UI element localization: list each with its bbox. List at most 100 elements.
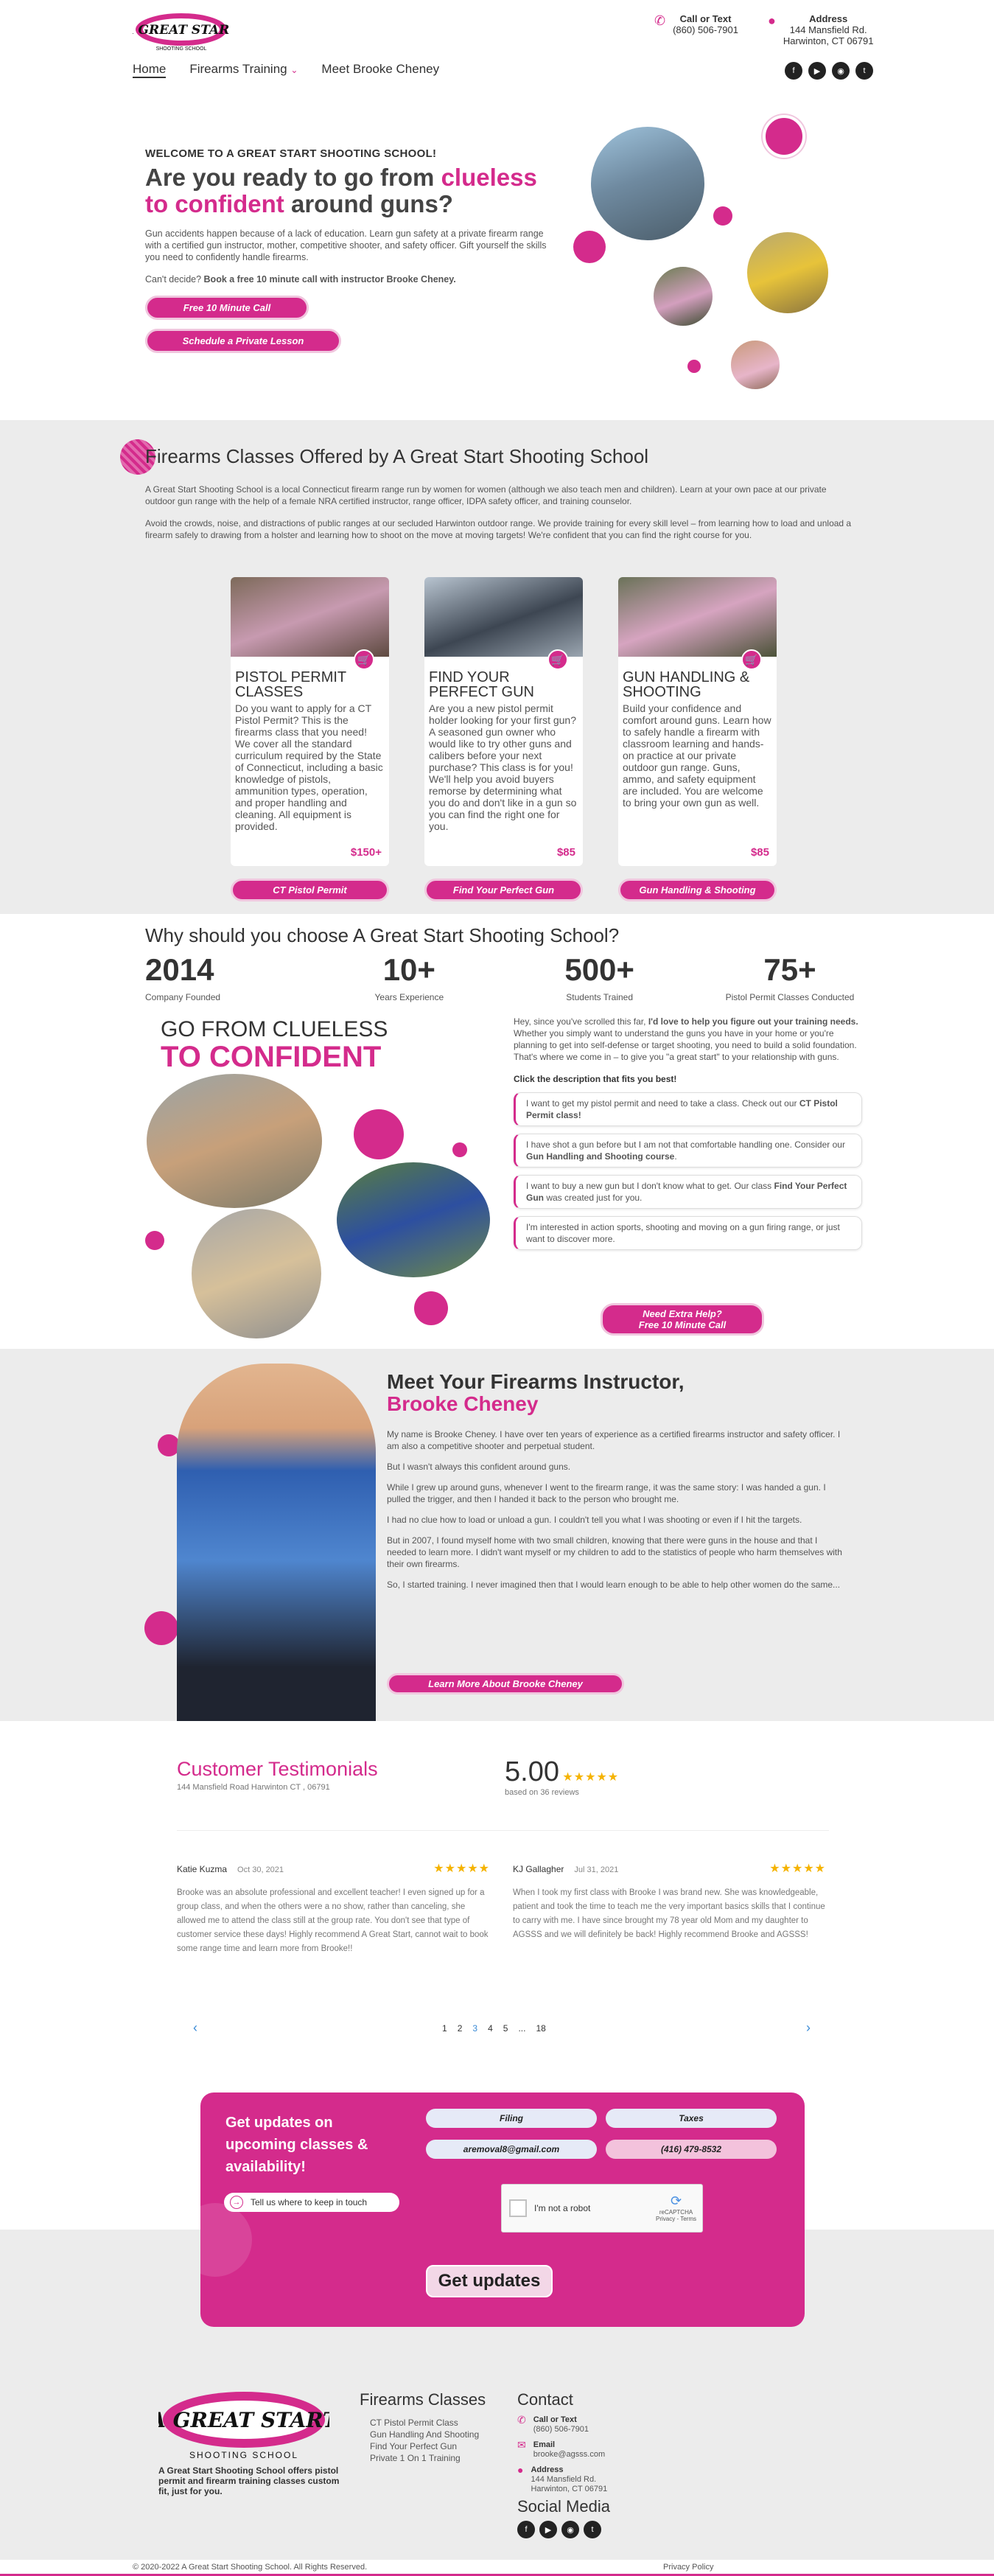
arrow-right-icon: →	[230, 2196, 243, 2209]
learn-more-button[interactable]: Learn More About Brooke Cheney	[387, 1673, 624, 1694]
twitter-icon[interactable]: t	[855, 62, 873, 80]
page-link[interactable]: 18	[536, 2023, 545, 2034]
rating-summary: 5.00 ★★★★★ based on 36 reviews	[505, 1756, 619, 1797]
card-image	[424, 577, 583, 657]
hero-cta-text: Can't decide? Book a free 10 minute call…	[145, 274, 456, 285]
address-line2: Harwinton, CT 06791	[783, 35, 874, 46]
hero-photo-portrait	[729, 339, 781, 391]
header-phone[interactable]: (860) 506-7901	[673, 24, 738, 35]
site-logo[interactable]: A GREAT START SHOOTING SCHOOL	[133, 10, 230, 53]
decor-circle	[354, 1109, 404, 1159]
free-call-button[interactable]: Free 10 Minute Call	[145, 296, 309, 320]
rating-stars: ★★★★★	[562, 1771, 620, 1784]
page-link[interactable]: 4	[488, 2023, 493, 2034]
page-link[interactable]: 5	[503, 2023, 508, 2034]
decor-circle	[145, 1231, 164, 1250]
taxes-field[interactable]: Taxes	[606, 2109, 777, 2128]
youtube-icon[interactable]: ▶	[539, 2521, 557, 2538]
card-price: $85	[556, 846, 575, 859]
youtube-icon[interactable]: ▶	[808, 62, 826, 80]
find-perfect-gun-button[interactable]: Find Your Perfect Gun	[424, 879, 583, 901]
why-photo-group	[335, 1161, 491, 1279]
decor-circle	[200, 2203, 252, 2277]
class-card[interactable]: 🛒 PISTOL PERMIT CLASSES Do you want to a…	[231, 577, 389, 866]
filing-field[interactable]: Filing	[426, 2109, 597, 2128]
instagram-icon[interactable]: ◉	[832, 62, 850, 80]
captcha-checkbox[interactable]	[509, 2199, 527, 2217]
rating-score: 5.00	[505, 1756, 559, 1787]
privacy-policy-link[interactable]: Privacy Policy	[663, 2563, 713, 2572]
page-link[interactable]: 1	[442, 2023, 447, 2034]
recaptcha-logo: ⟳ reCAPTCHA Privacy - Terms	[656, 2193, 696, 2222]
instructor-bio: My name is Brooke Cheney. I have over te…	[387, 1429, 842, 1590]
why-title: Why should you choose A Great Start Shoo…	[145, 924, 620, 946]
nav-firearms-training[interactable]: Firearms Training ⌄	[189, 62, 298, 78]
option-card[interactable]: I have shot a gun before but I am not th…	[514, 1134, 862, 1167]
instagram-icon[interactable]: ◉	[561, 2521, 579, 2538]
private-lesson-button[interactable]: Schedule a Private Lesson	[145, 329, 341, 353]
why-section: Why should you choose A Great Start Shoo…	[0, 914, 994, 1349]
option-card[interactable]: I'm interested in action sports, shootin…	[514, 1216, 862, 1250]
prev-arrow-icon[interactable]: ‹	[193, 2020, 197, 2036]
cart-icon[interactable]: 🛒	[547, 649, 568, 670]
class-card[interactable]: 🛒 GUN HANDLING & SHOOTING Build your con…	[618, 577, 777, 866]
review-card: Katie Kuzma Oct 30, 2021 ★★★★★ Brooke was …	[177, 1861, 490, 1956]
site-header: A GREAT START SHOOTING SCHOOL Home Firea…	[0, 0, 994, 88]
footer-logo[interactable]: A GREAT START SHOOTING SCHOOL	[158, 2387, 329, 2461]
email-field[interactable]: aremoval8@gmail.com	[426, 2140, 597, 2159]
review-pagination: 1 2 3 4 5 ... 18	[442, 2023, 546, 2034]
phone-field[interactable]: (416) 479-8532	[606, 2140, 777, 2159]
card-image	[618, 577, 777, 657]
footer-link[interactable]: Private 1 On 1 Training	[360, 2452, 486, 2464]
twitter-icon[interactable]: t	[584, 2521, 601, 2538]
card-description: Build your confidence and comfort around…	[623, 702, 771, 809]
footer-contact: Contact ✆ Call or Text (860) 506-7901 ✉ Ema…	[517, 2390, 610, 2538]
footer-phone[interactable]: (860) 506-7901	[533, 2425, 589, 2434]
instructor-photo	[177, 1364, 376, 1721]
cart-icon[interactable]: 🛒	[741, 649, 762, 670]
page-link[interactable]: 2	[458, 2023, 463, 2034]
stat-item: 2014 Company Founded	[145, 952, 221, 1002]
why-photo-student	[190, 1207, 323, 1340]
footer-link[interactable]: CT Pistol Permit Class	[360, 2417, 486, 2429]
next-arrow-icon[interactable]: ›	[806, 2020, 811, 2036]
stat-item: 500+ Students Trained	[564, 952, 634, 1002]
classes-section: Firearms Classes Offered by A Great Star…	[0, 420, 994, 914]
page-link[interactable]: 3	[472, 2023, 477, 2034]
copyright-text: © 2020-2022 A Great Start Shooting Schoo…	[133, 2563, 368, 2572]
extra-help-button[interactable]: Need Extra Help? Free 10 Minute Call	[601, 1303, 764, 1336]
review-stars: ★★★★★	[769, 1863, 826, 1875]
classes-title: Firearms Classes Offered by A Great Star…	[145, 445, 649, 467]
hero-photo-instructor	[589, 125, 706, 242]
hero-section: WELCOME TO A GREAT START SHOOTING SCHOOL…	[0, 88, 994, 420]
footer-classes: Firearms Classes CT Pistol Permit Class …	[360, 2390, 486, 2464]
option-card[interactable]: I want to get my pistol permit and need …	[514, 1092, 862, 1126]
footer-email[interactable]: brooke@agsss.com	[533, 2450, 605, 2459]
option-card[interactable]: I want to buy a new gun but I don't know…	[514, 1175, 862, 1209]
hero-photo-students	[652, 265, 714, 327]
cart-icon[interactable]: 🛒	[354, 649, 374, 670]
class-card[interactable]: 🛒 FIND YOUR PERFECT GUN Are you a new pi…	[424, 577, 583, 866]
nav-meet-brooke[interactable]: Meet Brooke Cheney	[321, 62, 439, 78]
footer-link[interactable]: Gun Handling And Shooting	[360, 2429, 486, 2440]
footer-link[interactable]: Find Your Perfect Gun	[360, 2440, 486, 2452]
why-text: Hey, since you've scrolled this far, I'd…	[514, 1016, 862, 1250]
facebook-icon[interactable]: f	[517, 2521, 535, 2538]
decor-circle	[573, 231, 606, 263]
main-nav: Home Firearms Training ⌄ Meet Brooke Che…	[133, 62, 439, 78]
nav-home[interactable]: Home	[133, 62, 167, 78]
gun-handling-button[interactable]: Gun Handling & Shooting	[618, 879, 777, 901]
decor-circle	[414, 1291, 448, 1325]
rating-basis: based on 36 reviews	[505, 1788, 579, 1797]
facebook-icon[interactable]: f	[785, 62, 802, 80]
address-label: Address	[809, 13, 848, 24]
ct-pistol-permit-button[interactable]: CT Pistol Permit	[231, 879, 389, 901]
testimonials-title: Customer Testimonials	[177, 1758, 378, 1780]
hero-welcome: WELCOME TO A GREAT START SHOOTING SCHOOL…	[145, 147, 437, 160]
get-updates-button[interactable]: Get updates	[426, 2265, 553, 2297]
recaptcha-widget[interactable]: I'm not a robot ⟳ reCAPTCHA Privacy - Term…	[501, 2184, 703, 2233]
class-cards: 🛒 PISTOL PERMIT CLASSES Do you want to a…	[231, 577, 777, 866]
footer-classes-title: Firearms Classes	[360, 2390, 486, 2409]
phone-icon: ✆	[517, 2414, 526, 2426]
map-pin-icon: ●	[768, 13, 776, 28]
